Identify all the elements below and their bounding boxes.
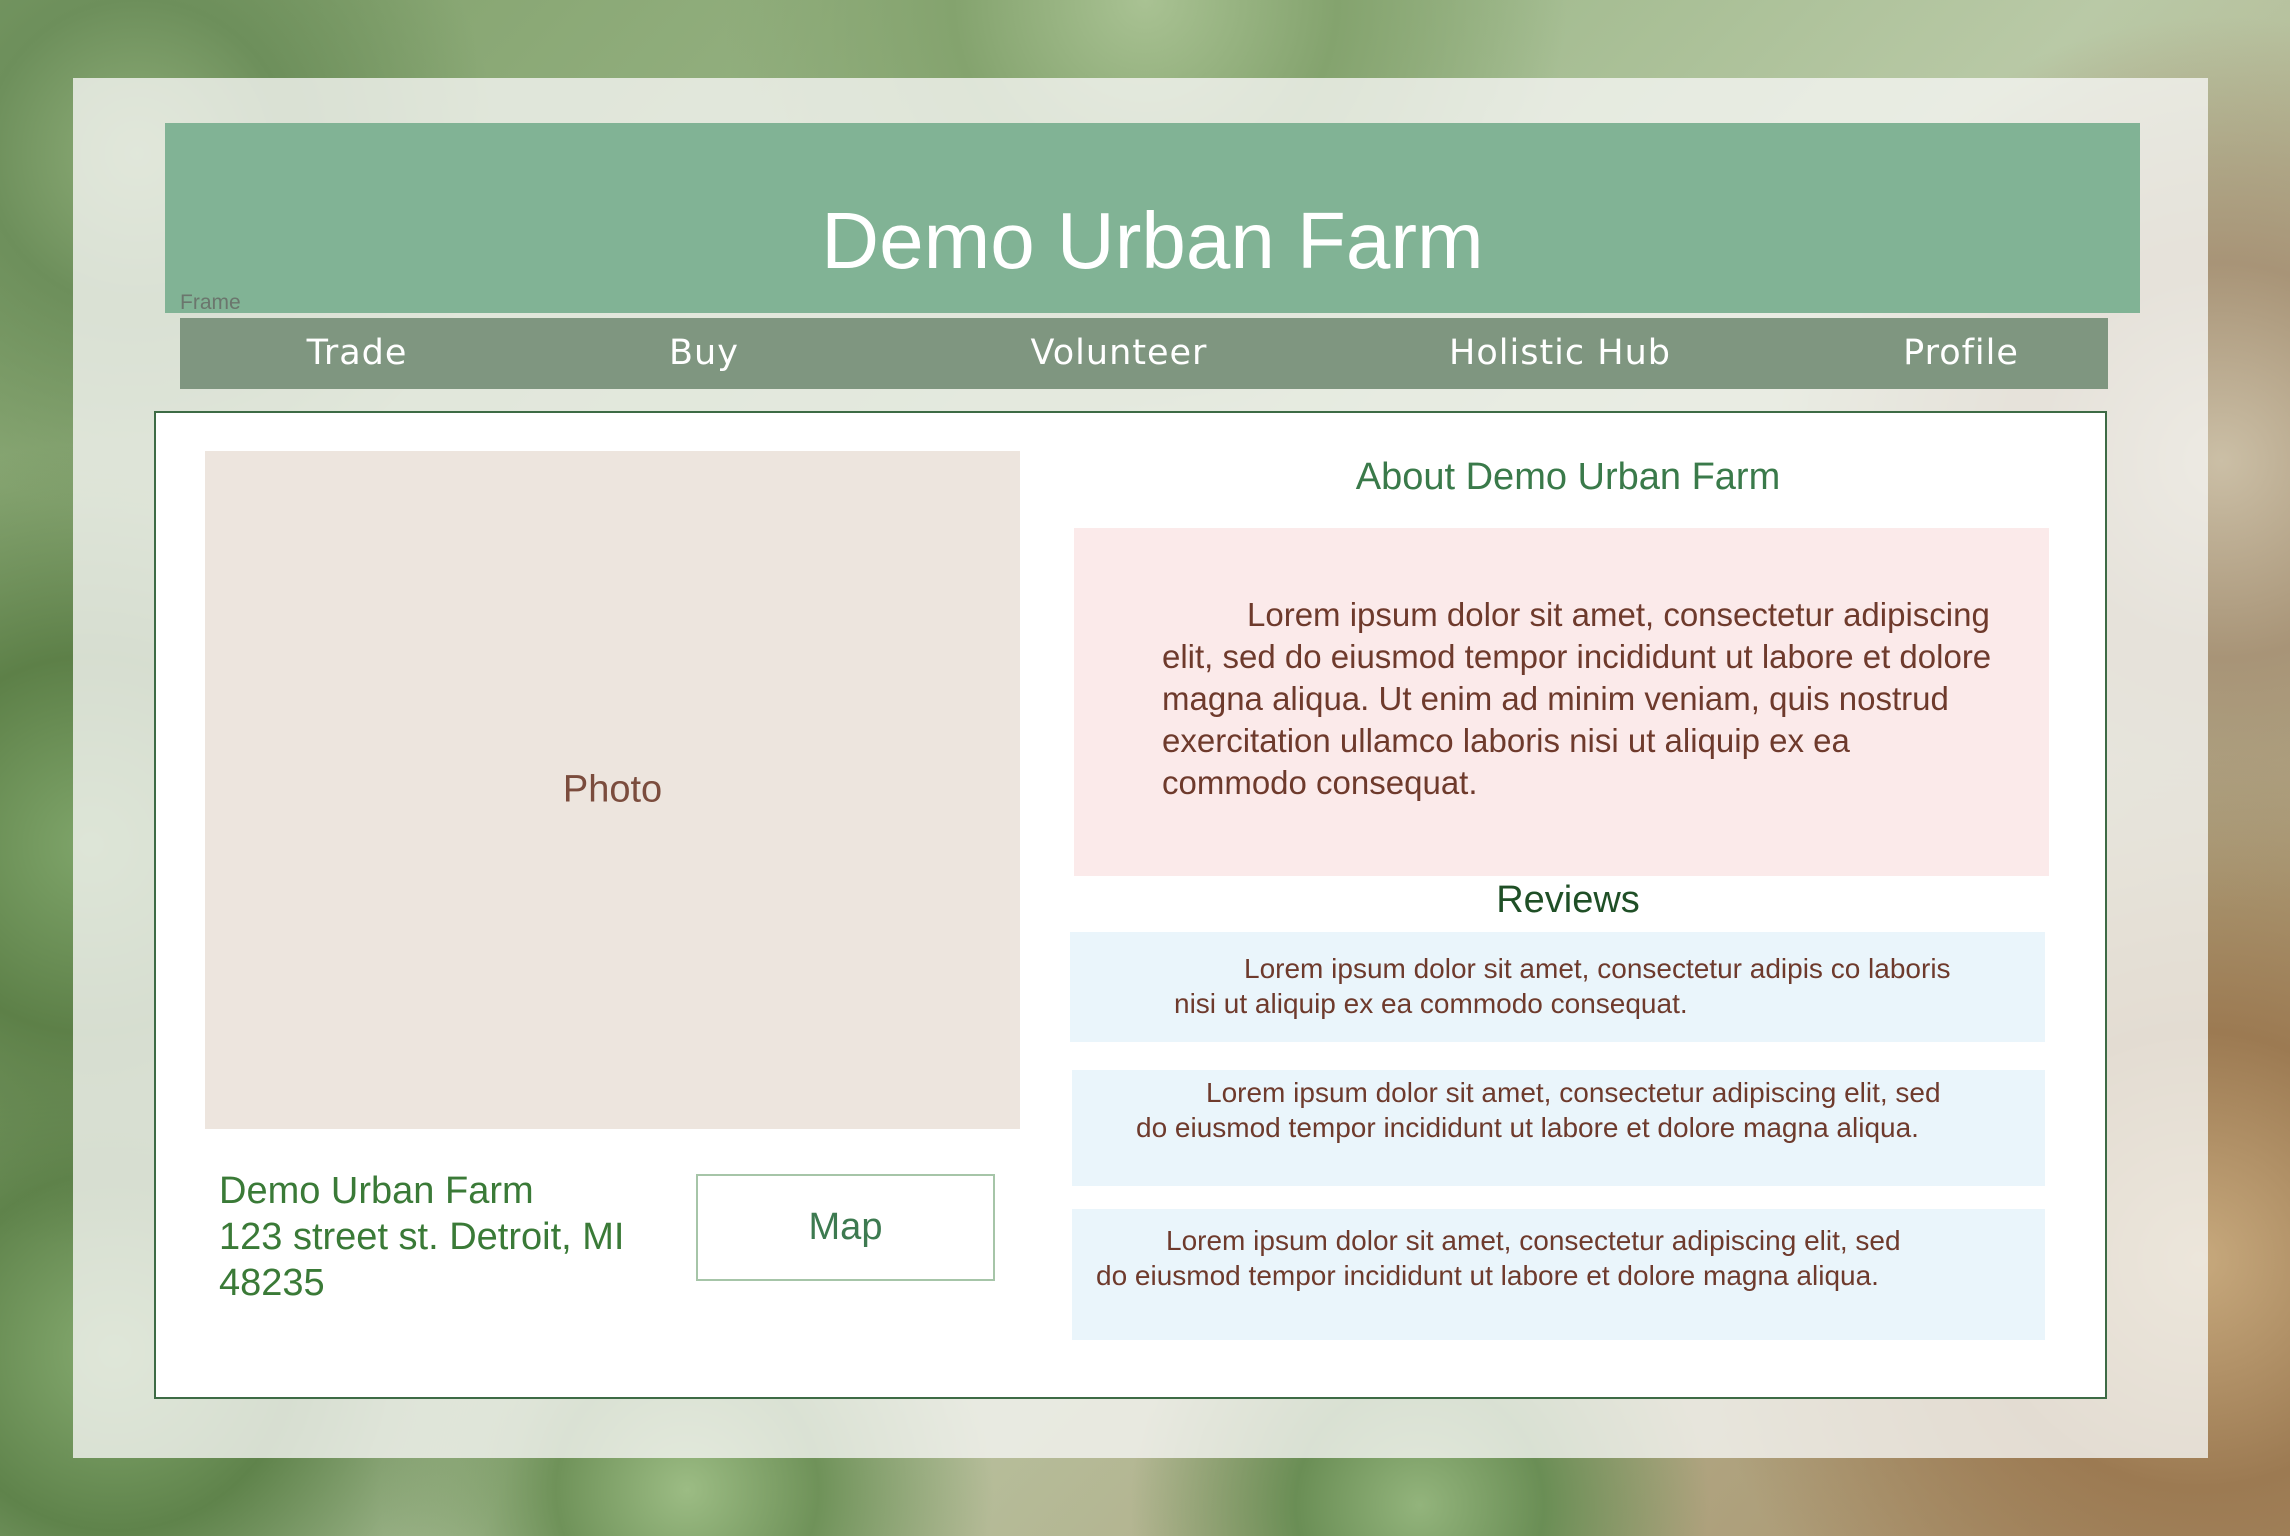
nav-item-trade[interactable]: Trade xyxy=(307,318,408,389)
nav-item-holistic-hub[interactable]: Holistic Hub xyxy=(1449,318,1671,389)
nav-item-profile[interactable]: Profile xyxy=(1903,318,2019,389)
review-text: Lorem ipsum dolor sit amet, consectetur … xyxy=(1174,953,1951,1019)
farm-detail-card: Photo Demo Urban Farm 123 street st. Det… xyxy=(154,411,2107,1399)
frame-label: Frame xyxy=(180,291,241,314)
review-card: Lorem ipsum dolor sit amet, consectetur … xyxy=(1070,932,2045,1042)
nav-item-buy[interactable]: Buy xyxy=(669,318,739,389)
farm-zip: 48235 xyxy=(219,1262,325,1304)
main-nav: Trade Buy Volunteer Holistic Hub Profile xyxy=(180,318,2108,389)
map-button[interactable]: Map xyxy=(696,1174,995,1281)
about-text-box: Lorem ipsum dolor sit amet, consectetur … xyxy=(1074,528,2049,876)
review-card: Lorem ipsum dolor sit amet, consectetur … xyxy=(1072,1070,2045,1186)
about-heading: About Demo Urban Farm xyxy=(1355,456,1781,498)
review-text: Lorem ipsum dolor sit amet, consectetur … xyxy=(1096,1225,1901,1291)
farm-photo-placeholder: Photo xyxy=(205,451,1020,1129)
review-text: Lorem ipsum dolor sit amet, consectetur … xyxy=(1136,1077,1941,1143)
farm-name: Demo Urban Farm xyxy=(219,1170,534,1212)
farm-street: 123 street st. Detroit, MI xyxy=(219,1216,625,1258)
photo-label: Photo xyxy=(562,768,663,811)
review-card: Lorem ipsum dolor sit amet, consectetur … xyxy=(1072,1209,2045,1340)
header-banner: Demo Urban Farm xyxy=(165,123,2140,313)
page-title: Demo Urban Farm xyxy=(821,196,1484,285)
about-text: Lorem ipsum dolor sit amet, consectetur … xyxy=(1162,596,1992,801)
reviews-heading: Reviews xyxy=(1496,879,1640,921)
nav-item-volunteer[interactable]: Volunteer xyxy=(1031,318,1208,389)
farm-address: Demo Urban Farm 123 street st. Detroit, … xyxy=(219,1168,679,1306)
